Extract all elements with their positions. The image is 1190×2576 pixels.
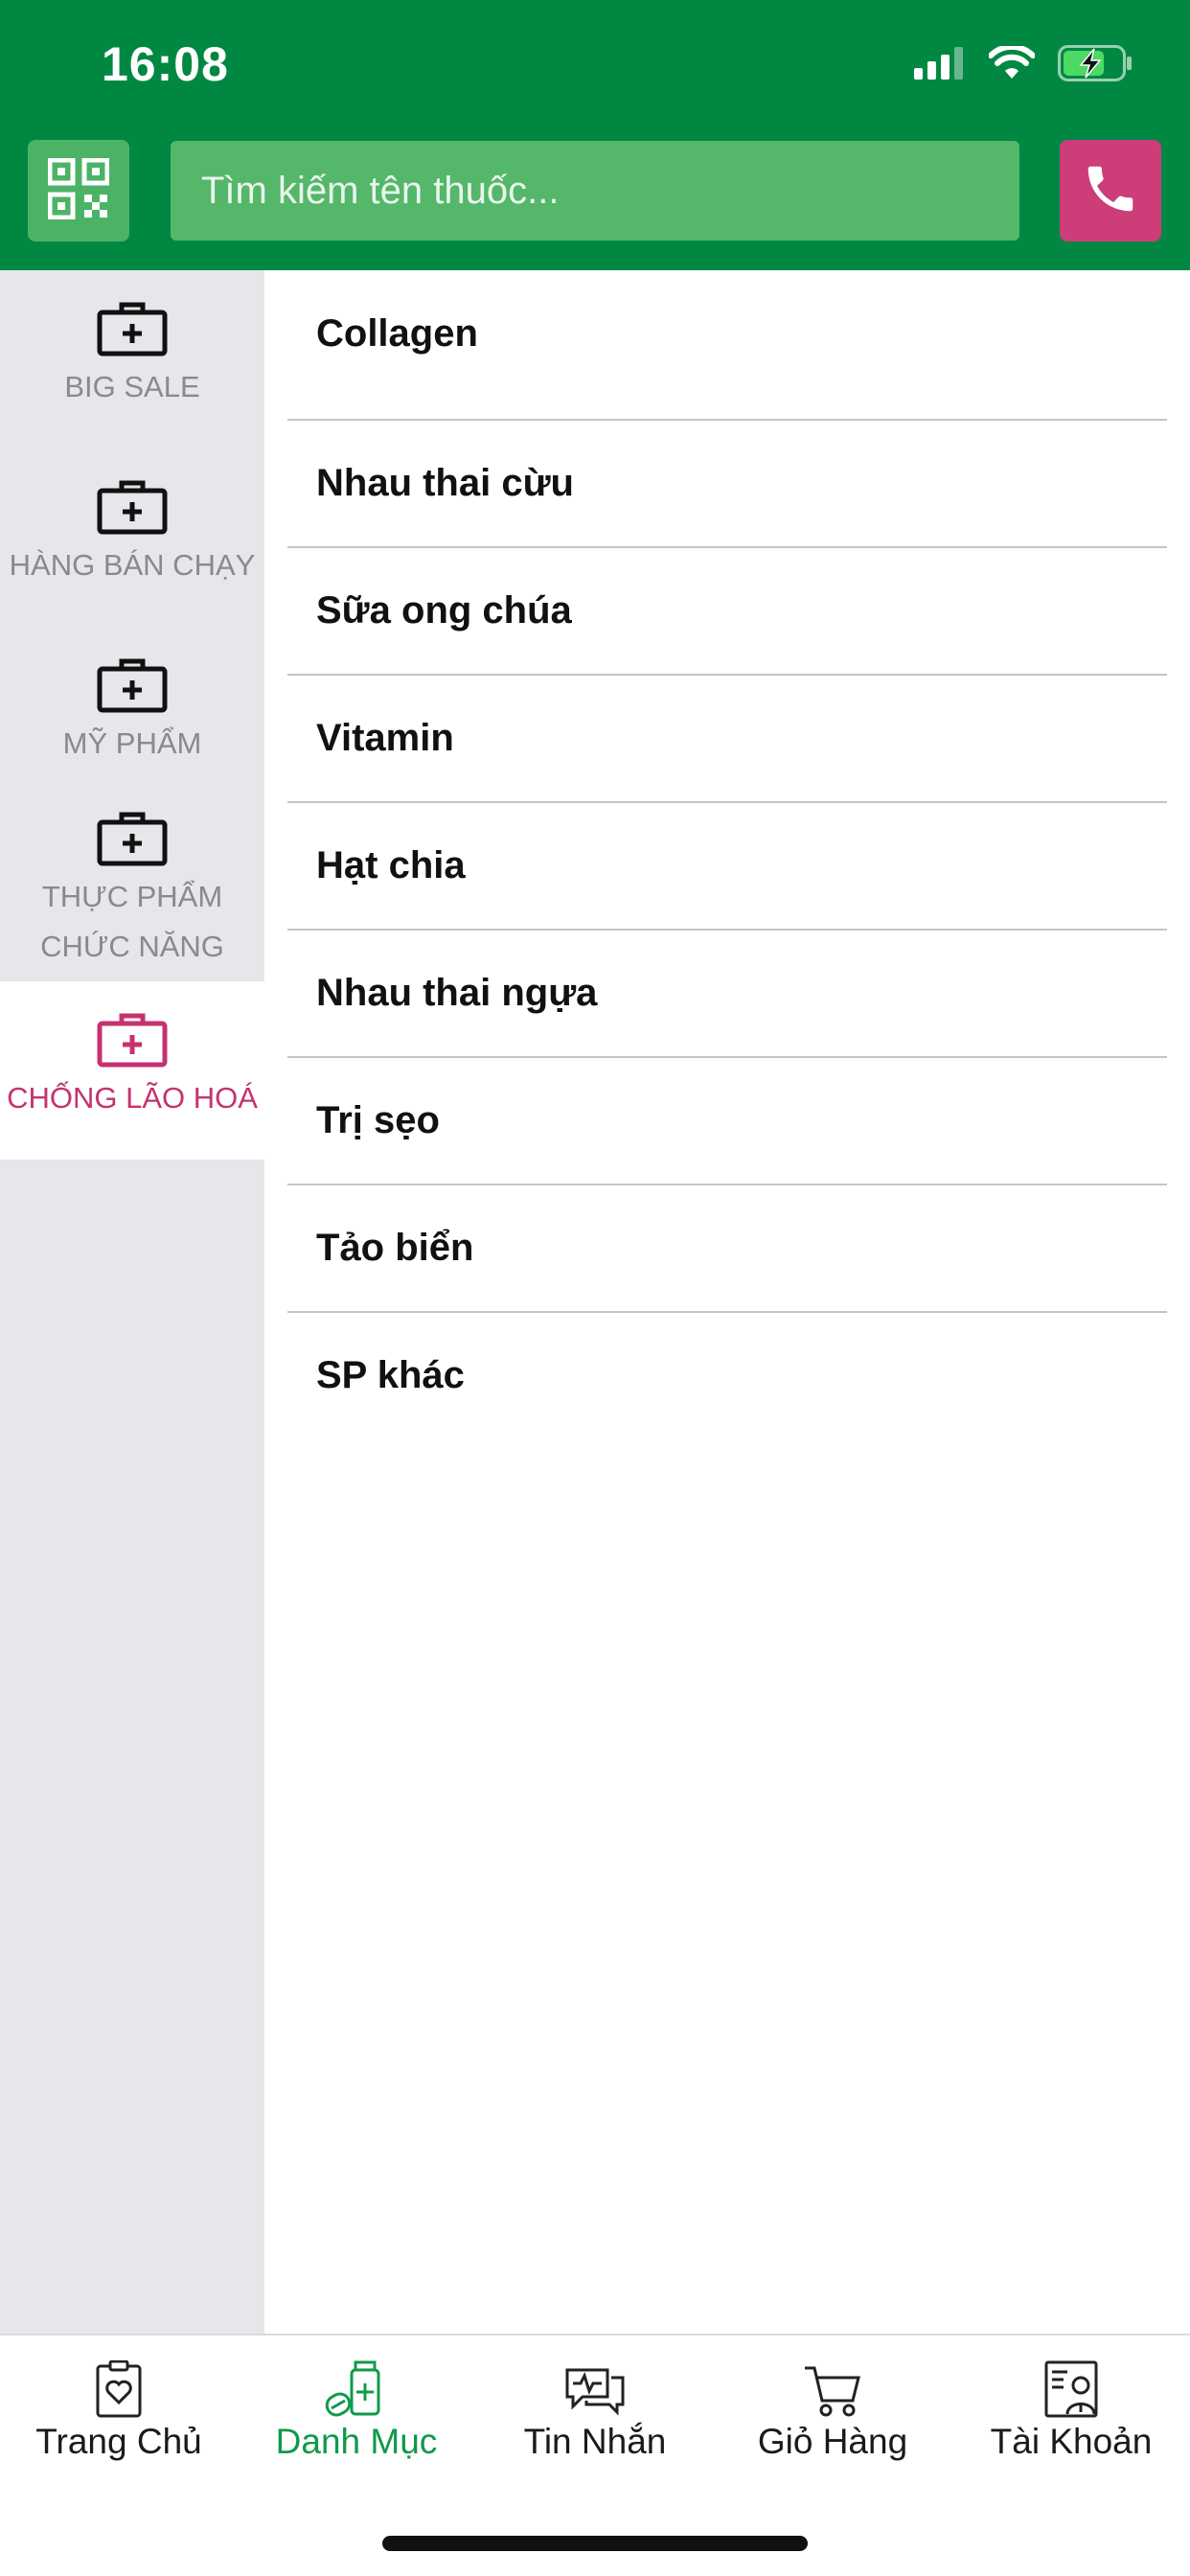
sidebar-item-label-line2: CHỨC NĂNG [40,930,224,963]
medical-kit-icon [97,656,168,715]
qr-scan-button[interactable] [28,140,129,242]
chat-bubbles-icon [563,2355,627,2418]
sidebar-item-cosmetics[interactable]: MỸ PHẨM [0,656,264,769]
sidebar-item-label-line1: THỰC PHẨM [41,880,223,913]
medical-kit-icon [97,809,168,868]
sidebar-item-best-sellers[interactable]: HÀNG BÁN CHẠY [0,477,264,590]
sidebar-item-big-sale[interactable]: BIG SALE [0,299,264,412]
list-item[interactable]: SP khác [287,1312,1167,1439]
list-item[interactable]: Sữa ong chúa [287,547,1167,675]
status-time: 16:08 [102,37,229,91]
app-screen: 16:08 Tìm kiếm tên thuốc... BIG SALE HÀN… [0,0,1190,2576]
qr-code-icon [47,157,110,224]
tab-label: Giỏ Hàng [757,2422,908,2461]
home-indicator [382,2536,808,2551]
tab-label: Tin Nhắn [523,2422,667,2461]
sidebar-item-label: BIG SALE [64,370,200,403]
tab-categories[interactable]: Danh Mục [238,2355,475,2462]
medical-kit-icon [97,1010,168,1070]
list-item[interactable]: Vitamin [287,675,1167,802]
category-sidebar: BIG SALE HÀNG BÁN CHẠY MỸ PHẨM THỰC PHẨM… [0,270,264,2334]
shopping-cart-icon [803,2355,862,2418]
tab-home[interactable]: Trang Chủ [0,2355,238,2462]
subcategory-list: Collagen Nhau thai cừu Sữa ong chúa Vita… [264,270,1190,2334]
list-item[interactable]: Hạt chia [287,802,1167,930]
sidebar-item-label: MỸ PHẨM [62,726,202,760]
tab-label: Tài Khoản [990,2422,1153,2461]
tab-cart[interactable]: Giỏ Hàng [714,2355,951,2462]
medical-kit-icon [97,477,168,537]
signal-icon [914,46,966,84]
sidebar-item-anti-aging[interactable]: CHỐNG LÃO HOÁ [0,981,264,1160]
medicine-bottle-icon [323,2355,390,2418]
wifi-icon [988,43,1036,85]
sidebar-item-label: HÀNG BÁN CHẠY [9,548,256,582]
sidebar-item-supplements[interactable]: THỰC PHẨM CHỨC NĂNG [0,809,264,972]
list-item[interactable]: Tảo biển [287,1184,1167,1312]
search-box[interactable] [171,141,1019,241]
list-item[interactable]: Nhau thai cừu [287,420,1167,547]
list-item[interactable]: Trị sẹo [287,1057,1167,1184]
list-item[interactable]: Collagen [287,270,1167,398]
tab-label: Trang Chủ [35,2422,202,2461]
status-icons [914,43,1134,86]
sidebar-item-label: CHỐNG LÃO HOÁ [7,1081,258,1115]
search-input[interactable] [201,169,1019,213]
tab-account[interactable]: Tài Khoản [952,2355,1190,2462]
header: 16:08 [0,0,1190,270]
clipboard-heart-icon [92,2355,146,2418]
tab-messages[interactable]: Tin Nhắn [476,2355,714,2462]
phone-icon [1081,159,1140,223]
doctor-profile-icon [1042,2355,1100,2418]
list-item[interactable]: Nhau thai ngựa [287,930,1167,1057]
medical-kit-icon [97,299,168,358]
tab-label: Danh Mục [275,2422,438,2461]
call-button[interactable] [1060,140,1161,242]
battery-icon [1058,44,1134,86]
